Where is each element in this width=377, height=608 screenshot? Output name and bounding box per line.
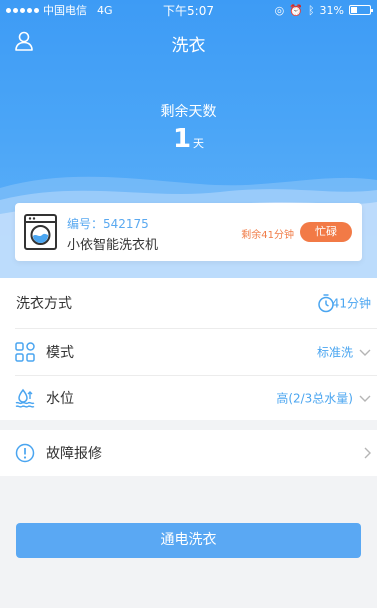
chevron-right-icon bbox=[364, 447, 371, 459]
nav-bar: 洗衣 bbox=[0, 24, 377, 60]
remaining-days-unit: 天 bbox=[193, 137, 205, 150]
lock-rotation-icon: ◎ bbox=[274, 3, 285, 17]
network-type: 4G bbox=[97, 3, 113, 17]
repair-label: 故障报修 bbox=[46, 446, 102, 462]
repair-row[interactable]: 故障报修 bbox=[0, 430, 377, 476]
power-on-wash-button[interactable]: 通电洗衣 bbox=[16, 523, 361, 558]
water-level-icon bbox=[15, 388, 35, 408]
alert-circle-icon bbox=[15, 443, 35, 463]
chevron-down-icon bbox=[359, 349, 371, 356]
wash-method-row: 洗衣方式 41分钟 bbox=[0, 278, 377, 328]
signal-icon bbox=[6, 7, 39, 13]
chevron-down-icon bbox=[359, 395, 371, 402]
options-panel: 模式 标准洗 水位 高(2/3总水量) bbox=[0, 328, 377, 420]
wash-duration: 41分钟 bbox=[331, 296, 371, 311]
option-row-mode[interactable]: 模式 标准洗 bbox=[0, 328, 377, 375]
washing-machine-icon bbox=[24, 214, 57, 250]
water-level-value: 高(2/3总水量) bbox=[276, 391, 353, 405]
machine-name: 小依智能洗衣机 bbox=[67, 238, 159, 253]
wash-method-label: 洗衣方式 bbox=[16, 296, 72, 312]
page-title: 洗衣 bbox=[171, 36, 206, 56]
status-badge: 忙碌 bbox=[300, 222, 352, 242]
water-level-label: 水位 bbox=[46, 390, 74, 407]
mode-value: 标准洗 bbox=[316, 345, 353, 359]
bluetooth-icon: ᛒ bbox=[307, 3, 315, 17]
time-remaining: 剩余41分钟 bbox=[241, 230, 294, 241]
grid-icon bbox=[15, 341, 35, 362]
battery-icon bbox=[349, 5, 373, 15]
remaining-days-label: 剩余天数 bbox=[160, 104, 217, 120]
carrier-name: 中国电信 bbox=[43, 4, 87, 17]
status-bar: 中国电信 4G 下午5:07 ◎ ⏰ ᛒ 31% bbox=[0, 0, 377, 20]
machine-number: 编号：542175 bbox=[67, 217, 149, 231]
alarm-icon: ⏰ bbox=[289, 3, 303, 17]
remaining-days-number: 1 bbox=[172, 124, 192, 154]
machine-card[interactable]: 编号：542175 小依智能洗衣机 剩余41分钟 忙碌 bbox=[15, 203, 362, 261]
remaining-days-value: 1天 bbox=[0, 124, 377, 154]
mode-label: 模式 bbox=[46, 344, 74, 361]
option-row-water-level[interactable]: 水位 高(2/3总水量) bbox=[0, 375, 377, 420]
battery-percent: 31% bbox=[319, 3, 344, 17]
